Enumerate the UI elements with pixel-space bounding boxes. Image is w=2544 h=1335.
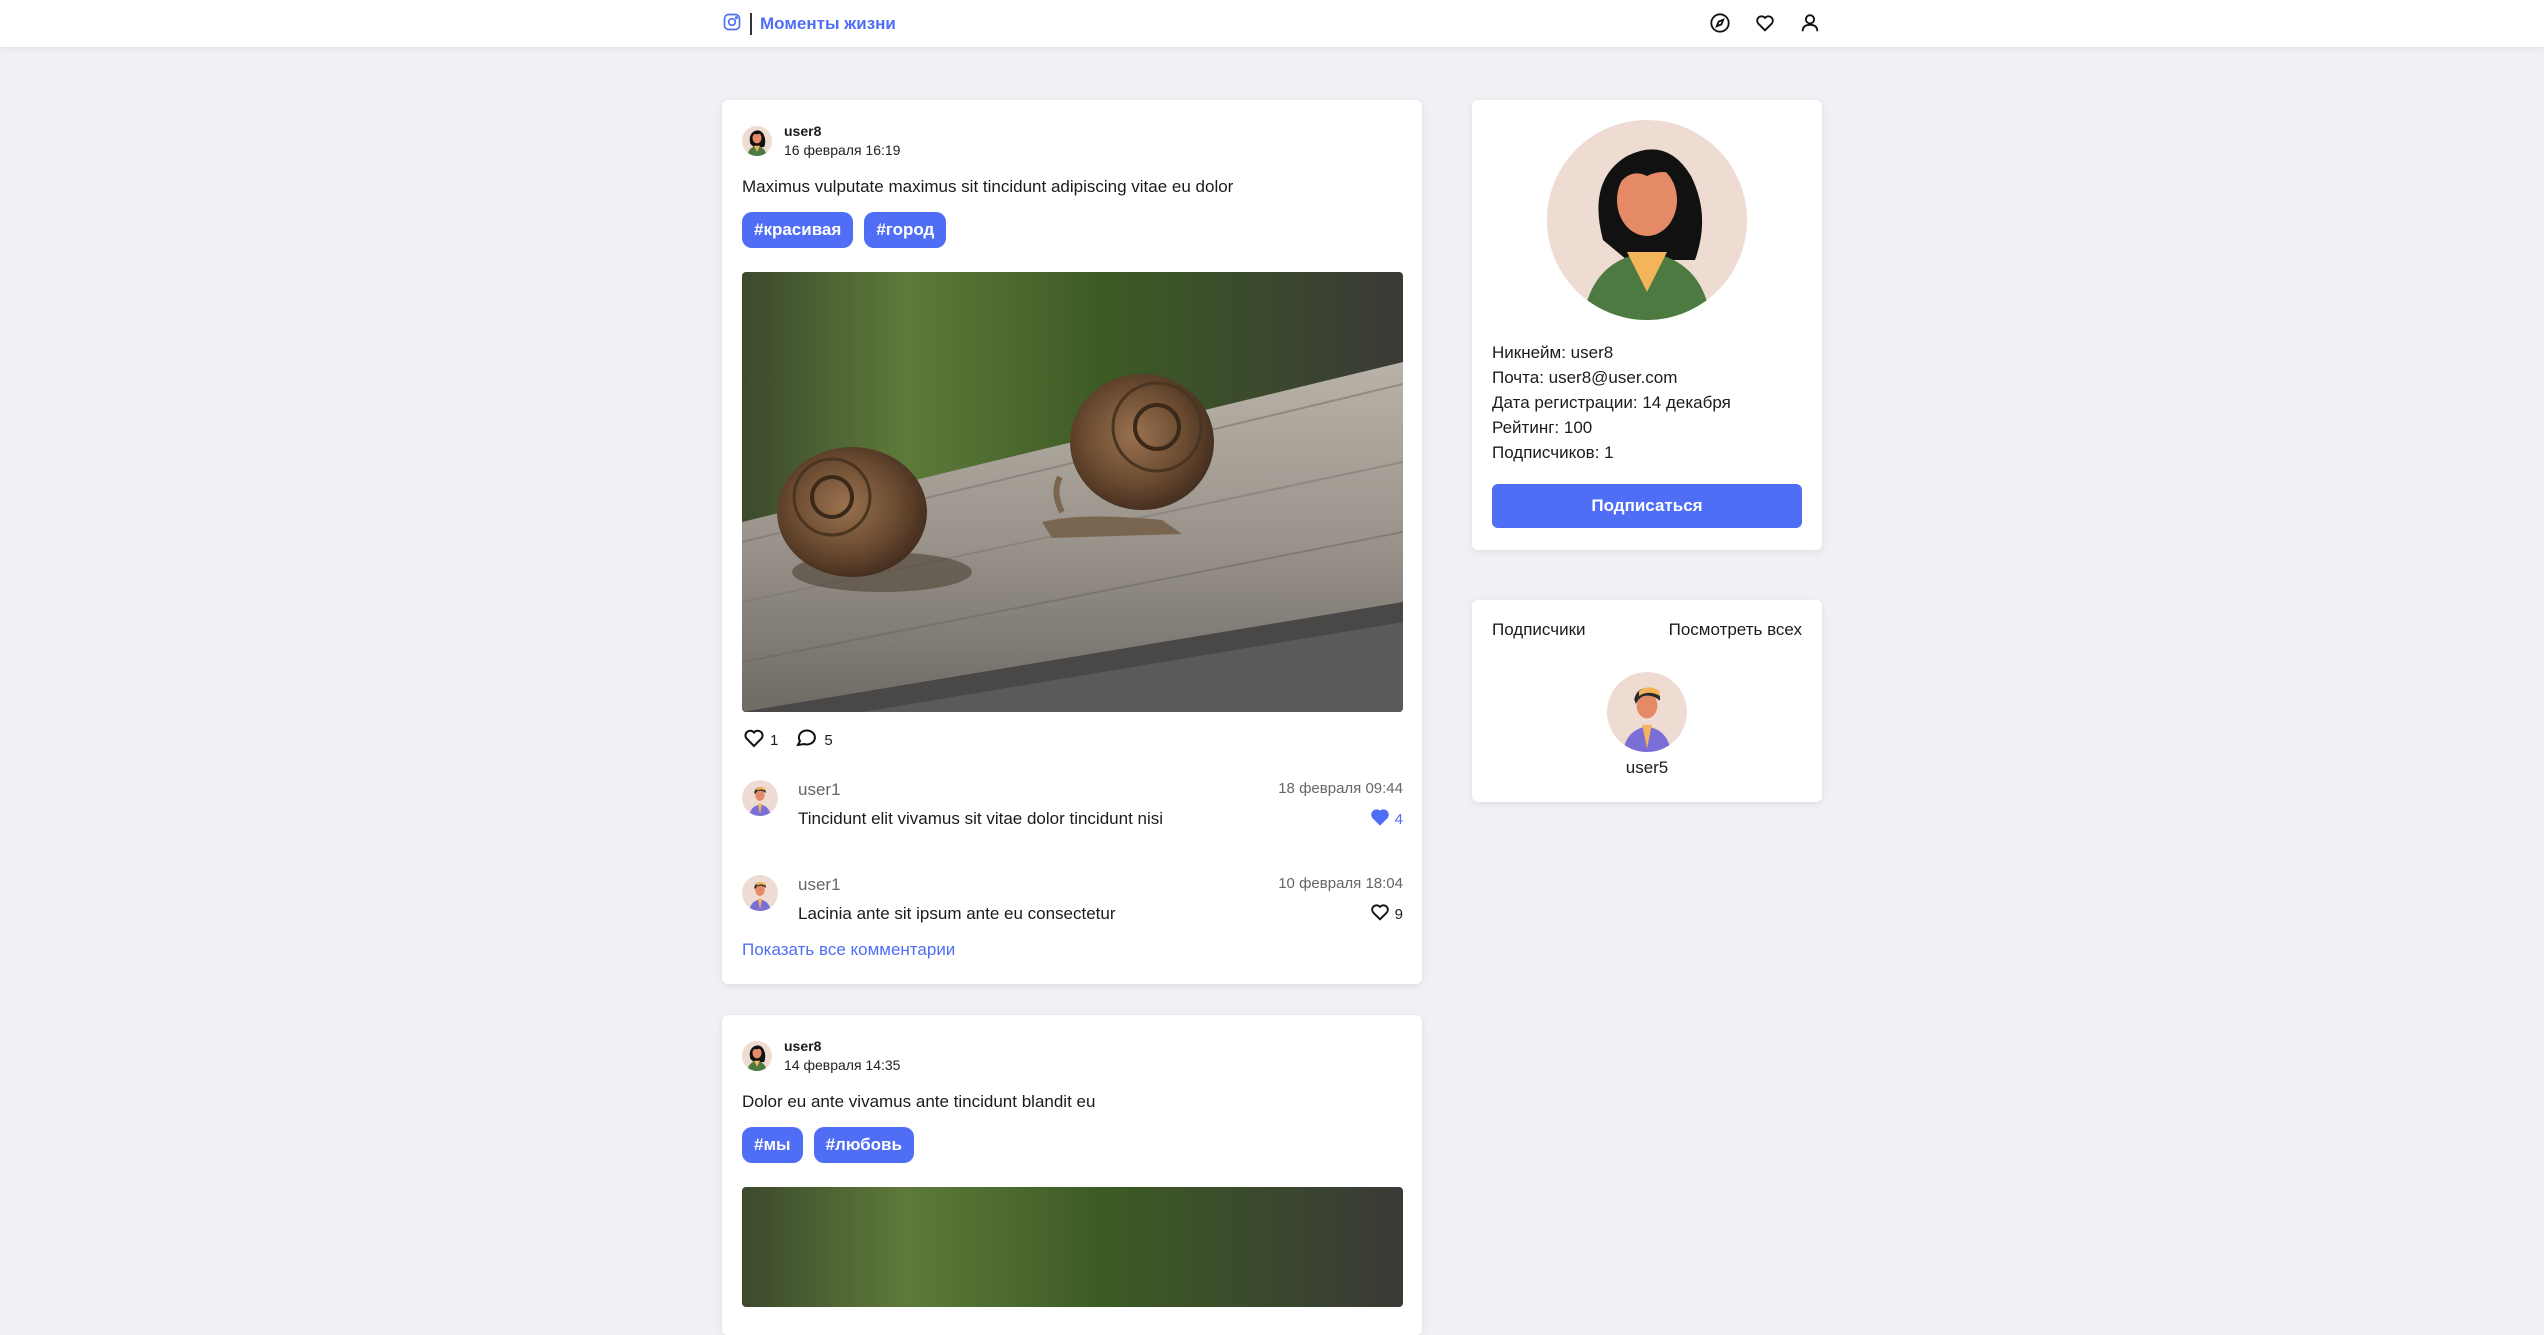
comment-like-count: 9	[1394, 905, 1403, 923]
comment-text: Lacinia ante sit ipsum ante eu consectet…	[798, 904, 1116, 923]
heart-filled-icon	[1369, 806, 1391, 832]
profile-card: Никнейм: user8 Почта: user8@user.com Дат…	[1472, 100, 1822, 550]
subscribe-button[interactable]: Подписаться	[1492, 484, 1802, 528]
comment-button[interactable]: 5	[794, 726, 833, 754]
heart-icon	[742, 726, 766, 754]
profile-nickname: Никнейм: user8	[1492, 343, 1614, 362]
post-text: Maximus vulputate maximus sit tincidunt …	[742, 177, 1234, 196]
brand[interactable]: Моменты жизни	[722, 12, 896, 36]
subscriber-item[interactable]: user5	[1607, 672, 1687, 778]
instagram-icon	[722, 12, 742, 37]
profile-info: Никнейм: user8 Почта: user8@user.com Дат…	[1492, 340, 1731, 465]
subscribers-card: Подписчики Посмотреть всех user5	[1472, 600, 1822, 802]
post-actions: 1 5	[742, 726, 833, 754]
post-username[interactable]: user8	[784, 122, 900, 140]
subscriber-name: user5	[1625, 758, 1669, 777]
comment-item: user1 Tincidunt elit vivamus sit vitae d…	[742, 780, 1403, 850]
app-title: Моменты жизни	[760, 14, 896, 33]
comment-username[interactable]: user1	[798, 875, 841, 895]
avatar[interactable]	[742, 126, 772, 156]
post-card: user8 16 февраля 16:19 Maximus vulputate…	[722, 100, 1422, 984]
comment-like-button[interactable]: 4	[1369, 806, 1403, 832]
post-tags: #красивая #город	[742, 212, 947, 248]
comment-item: user1 Lacinia ante sit ipsum ante eu con…	[742, 875, 1403, 925]
tag[interactable]: #город	[864, 212, 947, 248]
avatar[interactable]	[742, 780, 778, 816]
avatar	[1607, 672, 1687, 752]
post-card: user8 14 февраля 14:35 Dolor eu ante viv…	[722, 1015, 1422, 1335]
nav-icons	[1708, 11, 1822, 35]
comment-text: Tincidunt elit vivamus sit vitae dolor t…	[798, 809, 1164, 828]
comment-date: 18 февраля 09:44	[1278, 780, 1403, 797]
tag[interactable]: #мы	[742, 1127, 803, 1163]
profile-email: Почта: user8@user.com	[1492, 368, 1678, 387]
subscribers-title: Подписчики	[1492, 620, 1586, 639]
post-header: user8 14 февраля 14:35	[742, 1037, 900, 1075]
heart-icon	[1369, 901, 1391, 927]
post-username[interactable]: user8	[784, 1037, 900, 1055]
compass-icon[interactable]	[1708, 11, 1732, 35]
profile-rating: Рейтинг: 100	[1492, 418, 1593, 437]
tag[interactable]: #любовь	[813, 1127, 914, 1163]
top-navbar: Моменты жизни	[0, 0, 2544, 48]
post-image	[742, 272, 1403, 712]
comment-username[interactable]: user1	[798, 780, 841, 800]
tag[interactable]: #красивая	[742, 212, 854, 248]
view-all-link[interactable]: Посмотреть всех	[1669, 620, 1802, 640]
post-image	[742, 1187, 1403, 1307]
like-button[interactable]: 1	[742, 726, 778, 754]
avatar[interactable]	[742, 875, 778, 911]
comment-date: 10 февраля 18:04	[1278, 875, 1403, 892]
show-all-comments-link[interactable]: Показать все комментарии	[742, 940, 955, 960]
brand-divider	[750, 13, 752, 35]
post-tags: #мы #любовь	[742, 1127, 914, 1163]
post-header: user8 16 февраля 16:19	[742, 122, 900, 160]
profile-followers: Подписчиков: 1	[1492, 443, 1614, 462]
like-count: 1	[770, 731, 779, 749]
comment-icon	[794, 726, 820, 754]
post-date: 16 февраля 16:19	[784, 142, 901, 158]
avatar[interactable]	[742, 1041, 772, 1071]
post-text: Dolor eu ante vivamus ante tincidunt bla…	[742, 1092, 1096, 1111]
comment-like-count: 4	[1394, 810, 1403, 828]
post-date: 14 февраля 14:35	[784, 1057, 901, 1073]
comment-count: 5	[824, 731, 833, 749]
profile-avatar	[1547, 120, 1747, 320]
comment-like-button[interactable]: 9	[1369, 901, 1403, 927]
profile-registered: Дата регистрации: 14 декабря	[1492, 393, 1731, 412]
heart-icon[interactable]	[1753, 11, 1777, 35]
user-icon[interactable]	[1798, 11, 1822, 35]
